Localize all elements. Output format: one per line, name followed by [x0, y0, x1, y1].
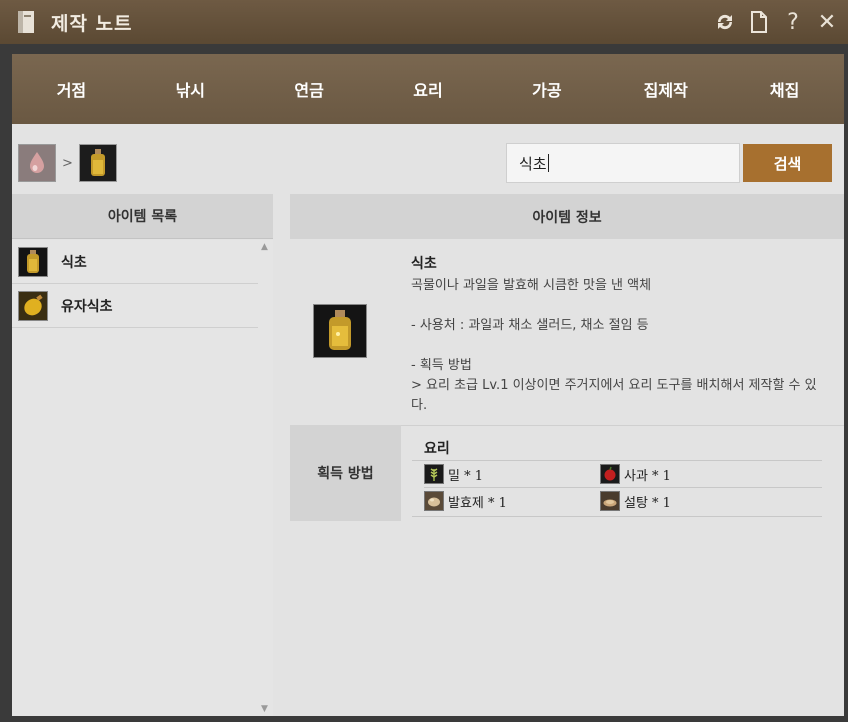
- list-item-label: 식초: [61, 254, 87, 271]
- ingredient-sugar[interactable]: 설탕 * 1: [600, 491, 671, 511]
- category-tabs: 거점 낚시 연금 요리 가공 집제작 채집: [12, 54, 844, 124]
- acquisition-line: [412, 460, 822, 461]
- ingredient-apple[interactable]: 사과 * 1: [600, 464, 671, 484]
- ingredient-label: 발효제 * 1: [448, 495, 507, 511]
- description-line: [411, 296, 831, 316]
- title-bar[interactable]: 제작 노트 ? ✕: [0, 0, 848, 44]
- apple-icon: [600, 464, 620, 484]
- acquisition-line: [424, 487, 822, 488]
- acquisition-label: 획득 방법: [290, 425, 401, 521]
- tab-fishing[interactable]: 낚시: [131, 54, 250, 124]
- yuzu-vinegar-icon: [18, 290, 48, 321]
- sugar-icon: [600, 491, 620, 511]
- refresh-icon[interactable]: [712, 8, 738, 36]
- close-icon[interactable]: ✕: [814, 8, 840, 36]
- tab-gathering[interactable]: 채집: [725, 54, 844, 124]
- breadcrumb: >: [18, 144, 117, 182]
- acquisition-line: [412, 516, 822, 517]
- ingredient-leaven[interactable]: 발효제 * 1: [424, 491, 507, 511]
- tab-house-crafting[interactable]: 집제작: [606, 54, 725, 124]
- search-input-value: 식초: [519, 154, 547, 173]
- acquisition-divider: [401, 425, 844, 426]
- crafting-note-window: 제작 노트 ? ✕ 거점 낚시 연금 요리 가공 집제작 채집 > 식초 검색 …: [0, 0, 848, 722]
- ingredient-label: 사과 * 1: [624, 468, 671, 484]
- item-name: 식초: [411, 256, 437, 272]
- list-item-yuzu-vinegar[interactable]: 유자식초: [12, 284, 258, 328]
- breadcrumb-category-icon[interactable]: [18, 144, 56, 182]
- description-line: - 사용처 : 과일과 채소 샐러드, 채소 절임 등: [411, 318, 649, 333]
- item-description: 곡물이나 과일을 발효해 시큼한 맛을 낸 액체 - 사용처 : 과일과 채소 …: [411, 276, 831, 416]
- description-line: - 획득 방법: [411, 358, 472, 373]
- ingredient-wheat[interactable]: 밀 * 1: [424, 464, 483, 484]
- search-button[interactable]: 검색: [743, 144, 832, 182]
- list-item-label: 유자식초: [61, 298, 113, 315]
- window-title: 제작 노트: [51, 12, 133, 35]
- wheat-icon: [424, 464, 444, 484]
- breadcrumb-item-vinegar-icon[interactable]: [78, 144, 117, 182]
- ingredient-label: 설탕 * 1: [624, 495, 671, 511]
- breadcrumb-separator: >: [62, 155, 73, 171]
- ingredient-label: 밀 * 1: [448, 468, 483, 484]
- description-line: 곡물이나 과일을 발효해 시큼한 맛을 낸 액체: [411, 278, 652, 293]
- tab-cooking[interactable]: 요리: [369, 54, 488, 124]
- scroll-up-icon[interactable]: ▲: [261, 242, 268, 252]
- tab-alchemy[interactable]: 연금: [250, 54, 369, 124]
- list-item-vinegar[interactable]: 식초: [12, 240, 258, 284]
- item-info-header: 아이템 정보: [290, 194, 844, 239]
- search-input[interactable]: 식초: [506, 143, 740, 183]
- vinegar-icon: [18, 246, 48, 277]
- vinegar-large-icon: [313, 304, 367, 358]
- item-list-header: 아이템 목록: [12, 194, 273, 239]
- item-list: 식초 유자식초: [12, 240, 273, 716]
- main-panel: 거점 낚시 연금 요리 가공 집제작 채집 > 식초 검색 아이템 목록 식초 …: [12, 54, 844, 716]
- tab-base[interactable]: 거점: [12, 54, 131, 124]
- item-list-scrollbar[interactable]: ▲ ▼: [260, 242, 272, 714]
- scroll-down-icon[interactable]: ▼: [261, 704, 268, 714]
- leaven-icon: [424, 491, 444, 511]
- help-icon[interactable]: ?: [780, 8, 806, 36]
- acquisition-method: 요리: [424, 441, 450, 457]
- book-icon: [15, 9, 37, 35]
- document-icon[interactable]: [746, 8, 772, 36]
- description-line: [411, 336, 831, 356]
- tab-processing[interactable]: 가공: [487, 54, 606, 124]
- description-line: > 요리 초급 Lv.1 이상이면 주거지에서 요리 도구를 배치해서 제작할 …: [411, 378, 817, 413]
